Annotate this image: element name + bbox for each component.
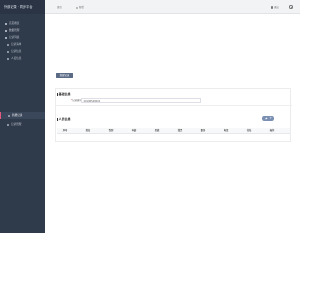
sidebar-item-label: 首页概览 xyxy=(9,22,20,25)
bullet-icon xyxy=(7,50,9,53)
section-title-text: 人员信息 xyxy=(58,117,71,121)
section-title-people: 人员信息 xyxy=(57,117,71,121)
sidebar-item-label: 记录管理 xyxy=(11,123,22,126)
main-area: 首页 新增 退出 xyxy=(45,0,300,300)
brand-title: 外部记录 · 同步平台 xyxy=(0,0,45,14)
folder-icon xyxy=(5,36,7,39)
section-title-text: 基础信息 xyxy=(58,92,71,96)
sidebar-item-data[interactable]: 数据管理 xyxy=(0,27,45,34)
column-header: 姓名 xyxy=(85,128,91,132)
bullet-icon xyxy=(7,43,9,46)
sidebar-item-label: 新增记录 xyxy=(12,114,23,117)
section-marker xyxy=(57,92,58,96)
column-header: 操作 xyxy=(269,128,275,132)
tab-new[interactable]: 新增 xyxy=(76,5,84,10)
sidebar-item-record-list[interactable]: 记录清单 xyxy=(0,41,45,48)
bullet-icon xyxy=(8,114,10,117)
sidebar-item-label: 记录信息 xyxy=(11,50,22,53)
plus-icon: + xyxy=(269,116,273,121)
column-header: 序号 xyxy=(62,128,68,132)
bullet-icon xyxy=(7,123,9,126)
logout-label: 退出 xyxy=(273,6,279,9)
sidebar: 外部记录 · 同步平台 首页概览 数据管理 记录列表 记录清单 记录信息 人员信… xyxy=(0,0,45,233)
create-record-button[interactable]: 新建记录 xyxy=(56,73,73,78)
pencil-icon xyxy=(264,116,268,120)
close-icon[interactable] xyxy=(76,6,78,9)
database-icon xyxy=(5,29,7,32)
home-icon xyxy=(5,22,7,25)
gear-icon[interactable] xyxy=(289,5,293,9)
tab-home[interactable]: 首页 xyxy=(57,5,62,10)
sidebar-item-records[interactable]: 记录列表 xyxy=(0,34,45,41)
sidebar-item-record-info[interactable]: 记录信息 xyxy=(0,48,45,55)
bullet-icon xyxy=(7,57,9,60)
top-bar: 首页 新增 退出 xyxy=(45,0,300,14)
sidebar-item-label: 人员信息 xyxy=(11,57,22,60)
sidebar-item-label: 数据管理 xyxy=(9,29,20,32)
column-header: 性别 xyxy=(108,128,114,132)
form-card: 基础信息 *记录编号 20190520001 人员信息 + 序号 姓名 性别 年… xyxy=(55,88,292,142)
field-record-number: *记录编号 20190520001 xyxy=(57,97,287,103)
app-root: 外部记录 · 同步平台 首页概览 数据管理 记录列表 记录清单 记录信息 人员信… xyxy=(0,0,300,300)
sidebar-item-label: 记录列表 xyxy=(9,36,20,39)
edit-add-button[interactable]: + xyxy=(262,116,274,121)
section-title-basic: 基础信息 xyxy=(57,92,71,96)
sidebar-item-overview[interactable]: 首页概览 xyxy=(0,20,45,27)
section-marker xyxy=(57,117,58,121)
tab-label: 新增 xyxy=(79,6,84,9)
column-header: 籍贯 xyxy=(177,128,183,132)
record-number-input[interactable]: 20190520001 xyxy=(81,97,201,103)
tab-label: 首页 xyxy=(57,6,62,9)
sidebar-item-record-manage[interactable]: 记录管理 xyxy=(0,121,45,128)
column-header: 年龄 xyxy=(131,128,137,132)
logout-button[interactable]: 退出 xyxy=(271,5,279,10)
sidebar-item-new-record[interactable]: 新增记录 xyxy=(0,112,45,119)
column-header: 电话 xyxy=(223,128,229,132)
column-header: 职务 xyxy=(200,128,206,132)
sidebar-item-person-info[interactable]: 人员信息 xyxy=(0,55,45,62)
sidebar-item-label: 记录清单 xyxy=(11,43,22,46)
column-header: 民族 xyxy=(154,128,160,132)
column-header: 住址 xyxy=(246,128,252,132)
table-header: 序号 姓名 性别 年龄 民族 籍贯 职务 电话 住址 操作 xyxy=(57,127,290,134)
